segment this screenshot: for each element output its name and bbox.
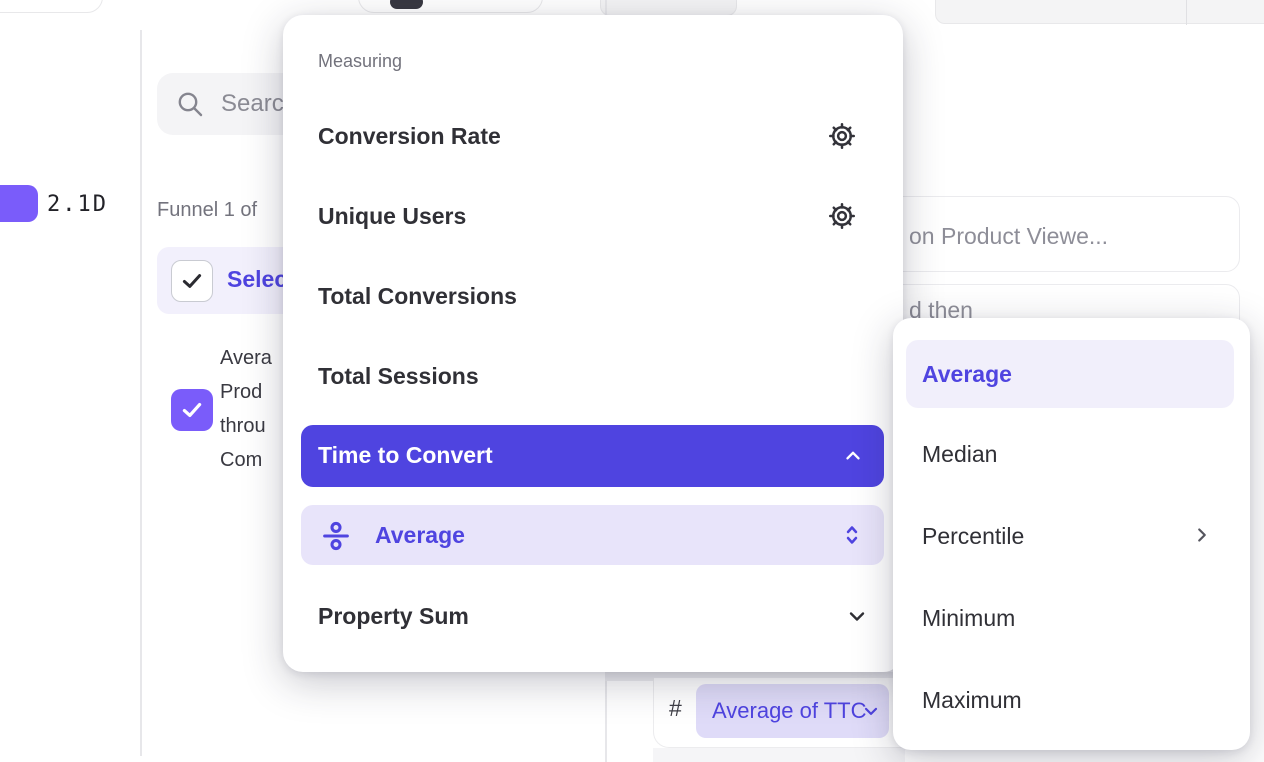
- submenu-item-average[interactable]: Average: [906, 340, 1234, 408]
- submenu-item-median[interactable]: Median: [922, 440, 997, 468]
- time-to-convert-label: Time to Convert: [318, 442, 493, 469]
- app-canvas: 2.1D Funnel 1 of Selec Avera Prod throu …: [0, 0, 1264, 762]
- metric-description-line: throu: [220, 409, 272, 443]
- gear-icon[interactable]: [826, 200, 858, 232]
- metric-checkbox[interactable]: [171, 389, 213, 431]
- funnel-duration-bar: [0, 185, 38, 222]
- metric-description-line: Com: [220, 443, 272, 477]
- menu-item-time-to-convert[interactable]: Time to Convert: [301, 425, 884, 487]
- selected-funnel-label: Selec: [227, 266, 287, 293]
- metric-bar-footer-strip: [653, 748, 905, 762]
- checkmark-icon: [179, 397, 205, 423]
- numeric-type-symbol: #: [669, 695, 682, 722]
- submenu-item-maximum[interactable]: Maximum: [922, 686, 1022, 714]
- measuring-header: Measuring: [318, 51, 402, 72]
- search-icon: [175, 89, 205, 119]
- average-aggregation-label: Average: [375, 521, 465, 549]
- tab-divider: [1186, 0, 1187, 25]
- funnel-checkbox[interactable]: [171, 260, 213, 302]
- metric-pill-button[interactable]: Average of TTC: [696, 684, 889, 738]
- step-event-label: on Product Viewe...: [909, 223, 1108, 250]
- gear-icon[interactable]: [826, 120, 858, 152]
- chevron-right-icon: [1191, 524, 1213, 546]
- divide-icon: [320, 520, 352, 552]
- metric-description: Avera Prod throu Com: [220, 341, 272, 477]
- top-toolbar-fragment: [358, 0, 543, 13]
- measuring-dropdown: Measuring Conversion Rate Unique Users T…: [283, 15, 903, 672]
- menu-item-average-aggregation[interactable]: Average: [301, 505, 884, 565]
- metric-bar-card: # Average of TTC: [653, 678, 905, 748]
- panel-divider-left: [140, 30, 142, 756]
- top-right-tabs-fragment: [935, 0, 1264, 24]
- menu-item-conversion-rate[interactable]: Conversion Rate: [318, 122, 501, 150]
- sort-chevrons-icon: [840, 522, 864, 548]
- funnel-count-label: Funnel 1 of: [157, 199, 257, 222]
- submenu-item-percentile[interactable]: Percentile: [922, 522, 1024, 550]
- metric-description-line: Avera: [220, 341, 272, 375]
- top-left-panel-fragment: [0, 0, 103, 13]
- chevron-down-icon[interactable]: [845, 604, 869, 628]
- top-tab-fragment: [600, 0, 737, 16]
- menu-item-unique-users[interactable]: Unique Users: [318, 202, 466, 230]
- submenu-average-label: Average: [922, 360, 1012, 388]
- chevron-up-icon: [842, 445, 864, 467]
- metric-pill-label: Average of TTC: [712, 698, 866, 724]
- toolbar-control-fragment: [390, 0, 423, 9]
- menu-item-property-sum[interactable]: Property Sum: [318, 602, 469, 630]
- step-duration-label: 2.1D: [47, 192, 108, 217]
- menu-item-total-conversions[interactable]: Total Conversions: [318, 282, 517, 310]
- checkmark-icon: [179, 268, 205, 294]
- submenu-item-minimum[interactable]: Minimum: [922, 604, 1015, 632]
- chevron-down-icon: [861, 701, 881, 721]
- menu-item-total-sessions[interactable]: Total Sessions: [318, 362, 479, 390]
- metric-description-line: Prod: [220, 375, 272, 409]
- aggregation-submenu: Average Median Percentile Minimum Maximu…: [893, 318, 1250, 750]
